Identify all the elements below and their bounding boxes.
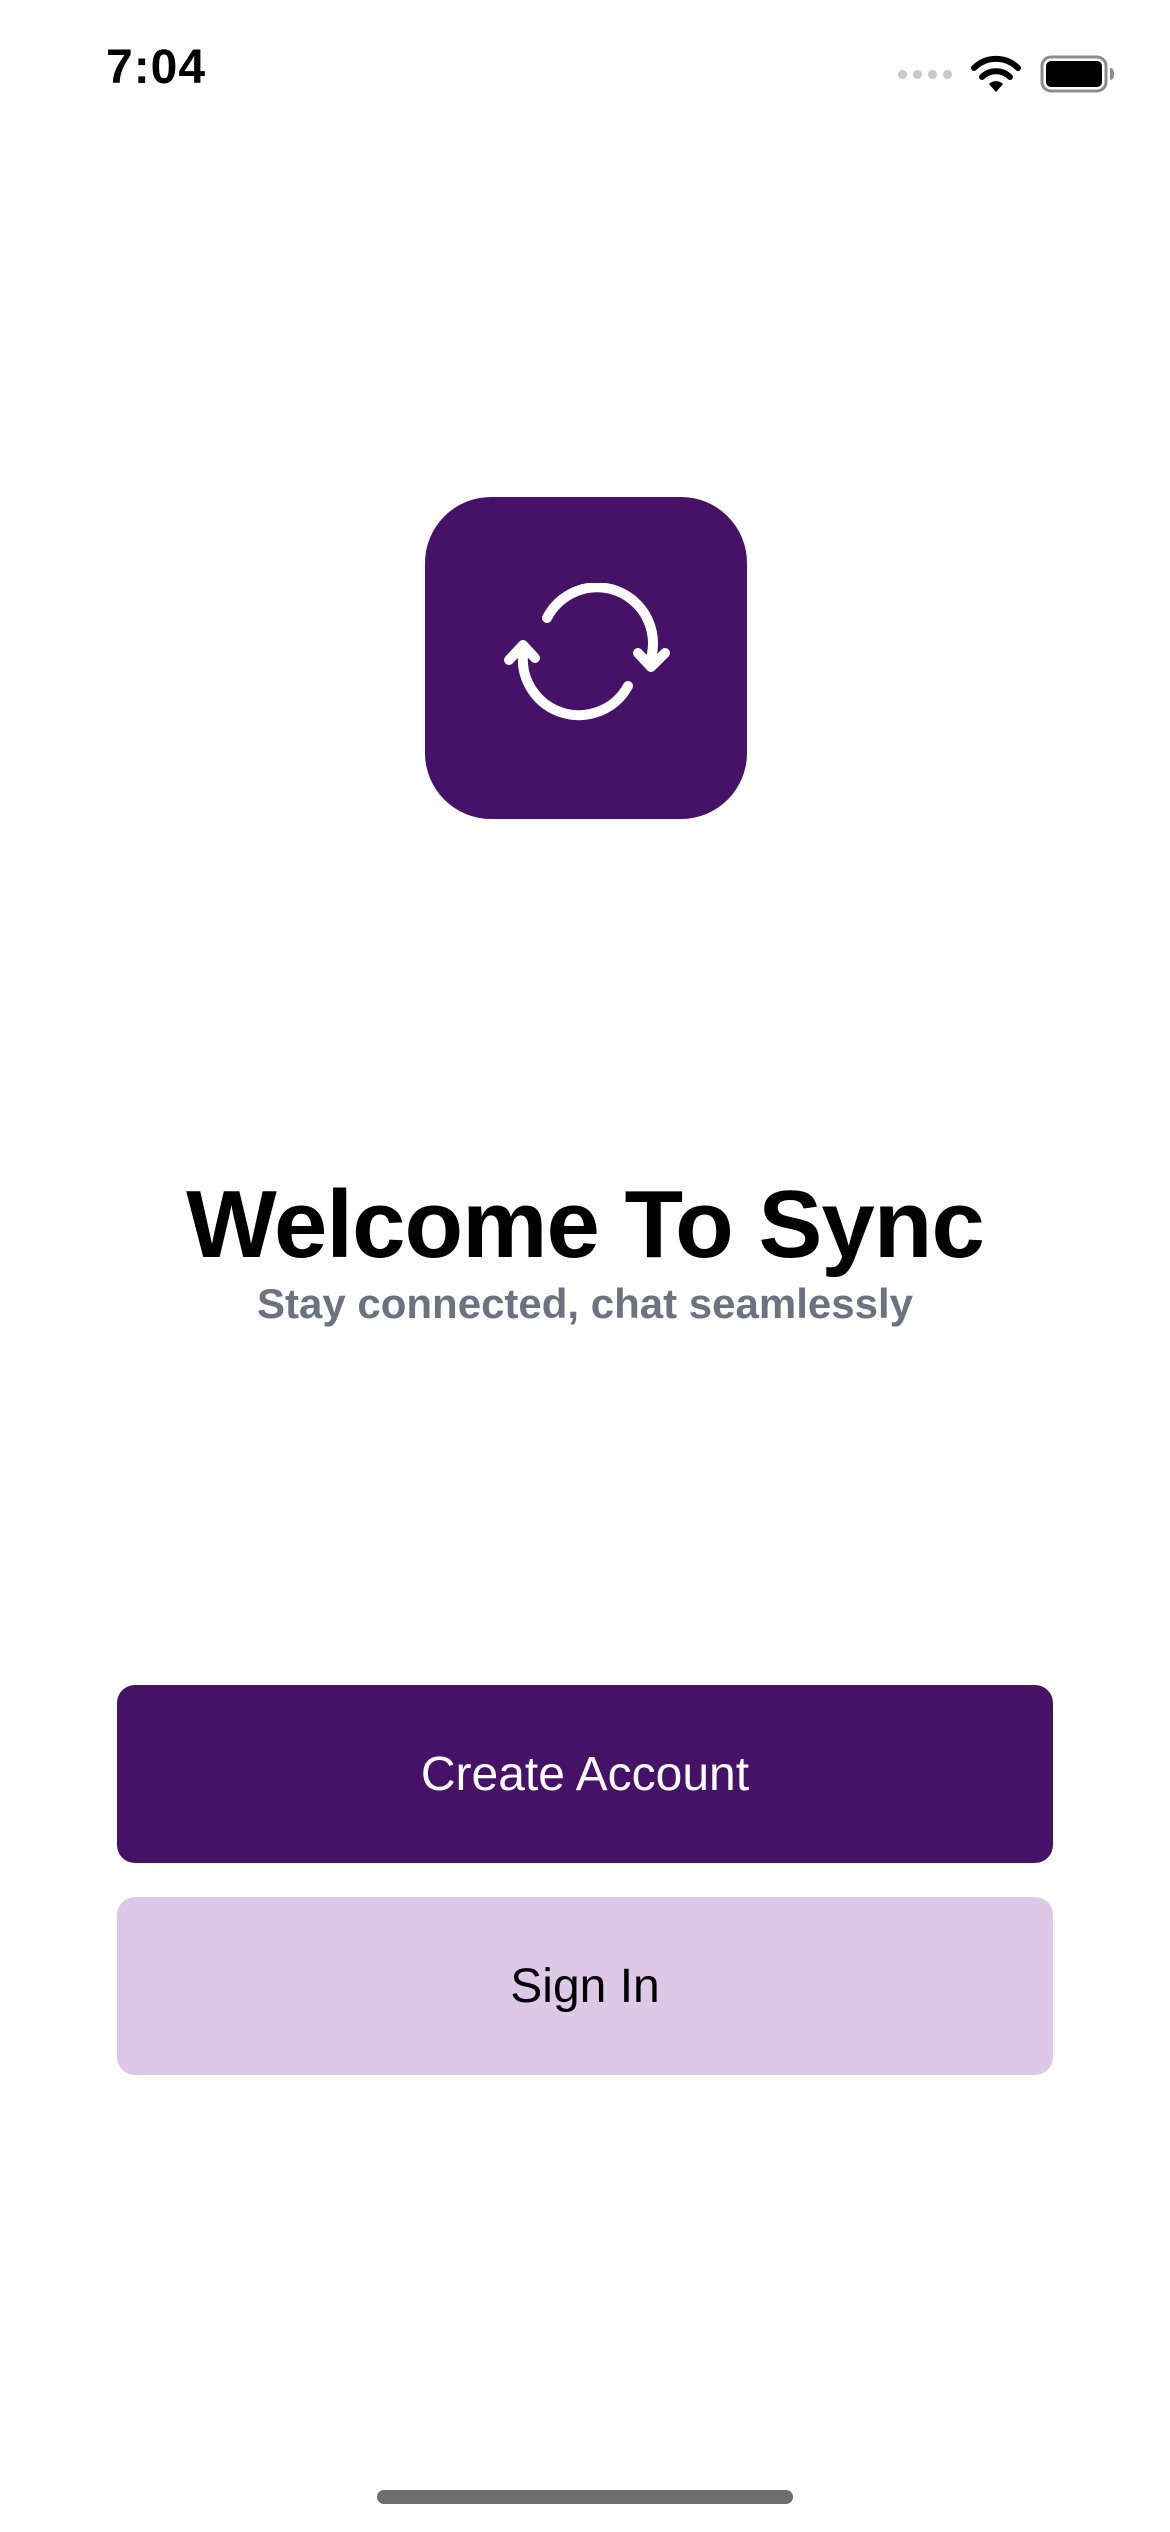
welcome-subtitle: Stay connected, chat seamlessly: [257, 1280, 913, 1327]
status-time: 7:04: [106, 41, 207, 94]
wifi-icon: [970, 54, 1022, 94]
signal-dot: [928, 69, 937, 79]
battery-icon: [1040, 55, 1116, 93]
welcome-title: Welcome To Sync: [186, 1171, 985, 1278]
app-logo: [425, 497, 747, 819]
sign-in-button[interactable]: Sign In: [117, 1897, 1053, 2075]
signal-dots-icon: [898, 69, 952, 79]
status-indicators: [898, 52, 1116, 96]
status-bar: 7:04: [0, 0, 1170, 150]
home-indicator[interactable]: [377, 2490, 793, 2504]
create-account-button[interactable]: Create Account: [117, 1685, 1053, 1863]
signal-dot: [898, 69, 907, 79]
signal-dot: [913, 69, 922, 79]
sync-arrows-icon: [501, 583, 671, 733]
signal-dot: [943, 69, 952, 79]
